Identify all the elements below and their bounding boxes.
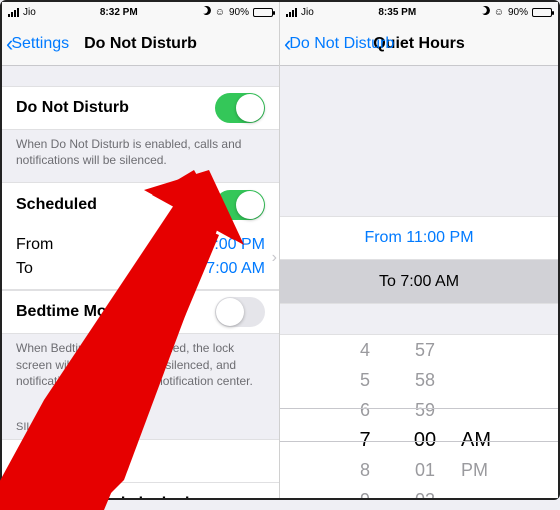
scheduled-row: Scheduled	[2, 183, 279, 227]
to-label: To	[16, 257, 33, 281]
check-icon: ✓	[250, 494, 265, 498]
battery-icon	[532, 8, 552, 17]
silence-locked-label: While iPhone is locked	[16, 495, 189, 498]
quiet-hours-from-row[interactable]: From 11:00 PM	[280, 216, 558, 260]
status-bar: Jio 8:35 PM ☺ 90%	[280, 2, 558, 22]
dnd-row: Do Not Disturb	[2, 86, 279, 130]
battery-icon	[253, 8, 273, 17]
time-picker[interactable]: 4 5 6 7 8 9 57 58 59 00 01 02 . . . AM P…	[280, 334, 558, 498]
silence-always-label: Always	[16, 452, 71, 470]
battery-pct: 90%	[508, 7, 528, 18]
dnd-moon-icon	[202, 6, 211, 18]
bedtime-toggle[interactable]	[215, 297, 265, 327]
dnd-toggle[interactable]	[215, 93, 265, 123]
signal-icon	[8, 8, 19, 17]
carrier-label: Jio	[301, 7, 314, 18]
back-label: Settings	[11, 35, 69, 53]
nav-bar: ‹ Do Not Disturb Quiet Hours	[280, 22, 558, 66]
dnd-label: Do Not Disturb	[16, 99, 129, 117]
bedtime-footer: When Bedtime Mode is enabled, the lock s…	[2, 334, 279, 403]
silence-locked-row[interactable]: While iPhone is locked ✓	[2, 483, 279, 498]
status-time: 8:32 PM	[100, 7, 138, 18]
scheduled-label: Scheduled	[16, 196, 97, 214]
to-value: 7:00 AM	[206, 257, 265, 281]
bedtime-row: Bedtime Mode	[2, 290, 279, 334]
back-button[interactable]: ‹ Settings	[6, 33, 69, 55]
silence-header: SILENCE:	[2, 403, 279, 439]
back-label: Do Not Disturb	[289, 35, 394, 53]
quiet-hours-to-label: To 7:00 AM	[379, 273, 459, 291]
carrier-label: Jio	[23, 7, 36, 18]
dnd-moon-icon	[481, 6, 490, 18]
silence-always-row[interactable]: Always	[2, 439, 279, 483]
schedule-times-row[interactable]: From 10:00 PM To 7:00 AM ›	[2, 227, 279, 289]
dnd-footer: When Do Not Disturb is enabled, calls an…	[2, 130, 279, 182]
nav-bar: ‹ Settings Do Not Disturb	[2, 22, 279, 66]
page-title: Do Not Disturb	[84, 35, 197, 53]
from-value: 10:00 PM	[197, 233, 265, 257]
chevron-right-icon: ›	[272, 249, 277, 267]
scheduled-toggle[interactable]	[215, 190, 265, 220]
from-label: From	[16, 233, 53, 257]
back-button[interactable]: ‹ Do Not Disturb	[284, 33, 394, 55]
quiet-hours-from-label: From 11:00 PM	[364, 229, 473, 247]
status-bar: Jio 8:32 PM ☺ 90%	[2, 2, 279, 22]
signal-icon	[286, 8, 297, 17]
quiet-hours-to-row[interactable]: To 7:00 AM	[280, 260, 558, 304]
status-time: 8:35 PM	[378, 7, 416, 18]
bedtime-label: Bedtime Mode	[16, 303, 125, 321]
battery-pct: 90%	[229, 7, 249, 18]
